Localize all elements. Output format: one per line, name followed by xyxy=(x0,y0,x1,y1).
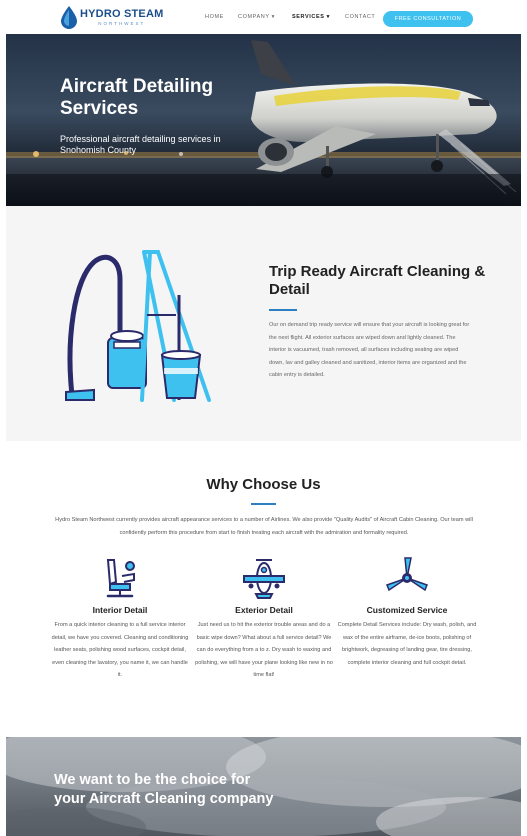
hero-banner: Aircraft Detailing Services Professional… xyxy=(6,34,521,206)
site-header: HYDRO STEAM NORTHWEST HOME COMPANY ▾ SER… xyxy=(0,0,527,34)
title-divider xyxy=(269,309,297,311)
nav-services[interactable]: SERVICES ▾ xyxy=(292,14,330,20)
airplane-icon xyxy=(243,559,285,599)
banner-title: We want to be the choice for your Aircra… xyxy=(54,772,274,807)
hero-subtitle: Professional aircraft detailing services… xyxy=(60,134,221,155)
logo-title: HYDRO STEAM xyxy=(80,8,164,20)
nav-home[interactable]: HOME xyxy=(205,14,224,20)
why-choose-us-title: Why Choose Us xyxy=(206,476,321,493)
nav-company[interactable]: COMPANY ▾ xyxy=(238,14,275,20)
feature-title: Customized Service xyxy=(366,605,448,615)
aircraft-hero-image xyxy=(6,34,521,206)
feature-description: Complete Detail Services include: Dry wa… xyxy=(337,622,477,666)
water-drop-icon xyxy=(61,6,77,29)
feature-customized-service: Customized Service Complete Detail Servi… xyxy=(337,556,477,669)
feature-interior-detail: Interior Detail From a quick interior cl… xyxy=(50,556,190,682)
feature-title: Interior Detail xyxy=(92,605,148,615)
feature-title: Exterior Detail xyxy=(235,605,293,615)
propeller-icon xyxy=(386,557,428,592)
cta-banner: We want to be the choice for your Aircra… xyxy=(6,737,521,836)
seat-icon xyxy=(106,559,135,598)
nav-contact[interactable]: CONTACT xyxy=(345,14,375,20)
logo-subtitle: NORTHWEST xyxy=(98,21,146,26)
hero-title: Aircraft Detailing Services xyxy=(60,76,214,119)
trip-ready-title: Trip Ready Aircraft Cleaning & Detail xyxy=(269,263,486,298)
cleaning-equipment-illustration xyxy=(65,250,211,402)
trip-ready-description: Our on demand trip ready service will en… xyxy=(269,322,470,379)
why-choose-us-intro: Hydro Steam Northwest currently provides… xyxy=(55,517,473,536)
free-consultation-button[interactable]: FREE CONSULTATION xyxy=(383,11,473,27)
title-divider xyxy=(251,503,276,505)
feature-description: Just need us to hit the exterior trouble… xyxy=(195,622,333,679)
feature-description: From a quick interior cleaning to a full… xyxy=(51,622,189,679)
feature-exterior-detail: Exterior Detail Just need us to hit the … xyxy=(194,556,334,682)
trip-ready-section: Trip Ready Aircraft Cleaning & Detail Ou… xyxy=(6,206,521,441)
